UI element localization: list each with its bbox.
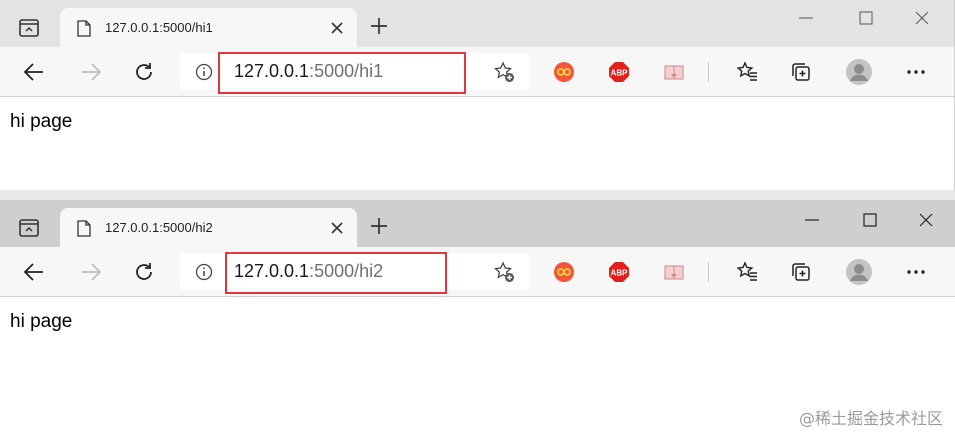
tab-title: 127.0.0.1:5000/hi1 (105, 20, 213, 35)
document-icon (77, 20, 91, 37)
close-window-icon[interactable] (914, 10, 930, 26)
new-tab-icon[interactable] (369, 216, 389, 236)
browser-tab[interactable]: 127.0.0.1:5000/hi2 (60, 208, 357, 247)
profile-avatar-icon[interactable] (845, 258, 873, 286)
adblock-plus-icon[interactable]: ABP (608, 61, 630, 83)
reload-icon[interactable] (133, 261, 155, 283)
window-gap (0, 190, 955, 200)
maximize-icon[interactable] (862, 212, 878, 228)
tab-title: 127.0.0.1:5000/hi2 (105, 220, 213, 235)
address-bar[interactable]: 127.0.0.1:5000/hi1 (180, 52, 530, 94)
add-favorite-icon[interactable] (493, 61, 515, 83)
toolbar-separator (708, 262, 709, 282)
back-icon[interactable] (23, 261, 45, 283)
site-info-icon[interactable] (195, 63, 213, 81)
abp-label: ABP (611, 69, 629, 78)
toolbar-separator (708, 62, 709, 82)
collections-icon[interactable] (790, 261, 812, 283)
title-bar: 127.0.0.1:5000/hi2 (0, 200, 955, 247)
minimize-icon[interactable] (804, 212, 820, 228)
document-icon (77, 220, 91, 237)
add-favorite-icon[interactable] (493, 261, 515, 283)
close-window-icon[interactable] (918, 212, 934, 228)
url-highlight-box (225, 252, 447, 294)
site-info-icon[interactable] (195, 263, 213, 281)
browser-window-1: 127.0.0.1:5000/hi1 127.0.0.1:5000/hi1 AB… (0, 0, 955, 190)
new-tab-icon[interactable] (369, 16, 389, 36)
abp-label: ABP (611, 269, 629, 278)
maximize-icon[interactable] (858, 10, 874, 26)
back-icon[interactable] (23, 61, 45, 83)
collections-icon[interactable] (790, 61, 812, 83)
close-tab-icon[interactable] (330, 221, 344, 235)
reader-extension-icon[interactable] (663, 61, 685, 83)
more-options-icon[interactable] (905, 261, 927, 283)
close-tab-icon[interactable] (330, 21, 344, 35)
minimize-icon[interactable] (798, 10, 814, 26)
more-options-icon[interactable] (905, 61, 927, 83)
profile-avatar-icon[interactable] (845, 58, 873, 86)
url-highlight-box (218, 52, 466, 94)
watermark: @稀土掘金技术社区 (798, 409, 943, 428)
page-text: hi page (10, 311, 73, 332)
infinity-extension-icon[interactable] (553, 261, 575, 283)
adblock-plus-icon[interactable]: ABP (608, 261, 630, 283)
toolbar: 127.0.0.1:5000/hi2 ABP (0, 247, 955, 297)
favorites-icon[interactable] (736, 61, 758, 83)
favorites-icon[interactable] (736, 261, 758, 283)
address-bar[interactable]: 127.0.0.1:5000/hi2 (180, 252, 530, 294)
forward-icon[interactable] (80, 261, 102, 283)
tab-actions-icon[interactable] (18, 217, 40, 239)
page-text: hi page (10, 111, 73, 132)
infinity-extension-icon[interactable] (553, 61, 575, 83)
browser-tab[interactable]: 127.0.0.1:5000/hi1 (60, 8, 357, 47)
tab-actions-icon[interactable] (18, 17, 40, 39)
reader-extension-icon[interactable] (663, 261, 685, 283)
page-content: hi page (0, 97, 954, 190)
reload-icon[interactable] (133, 61, 155, 83)
toolbar: 127.0.0.1:5000/hi1 ABP (0, 47, 954, 97)
title-bar: 127.0.0.1:5000/hi1 (0, 0, 954, 47)
forward-icon[interactable] (80, 61, 102, 83)
